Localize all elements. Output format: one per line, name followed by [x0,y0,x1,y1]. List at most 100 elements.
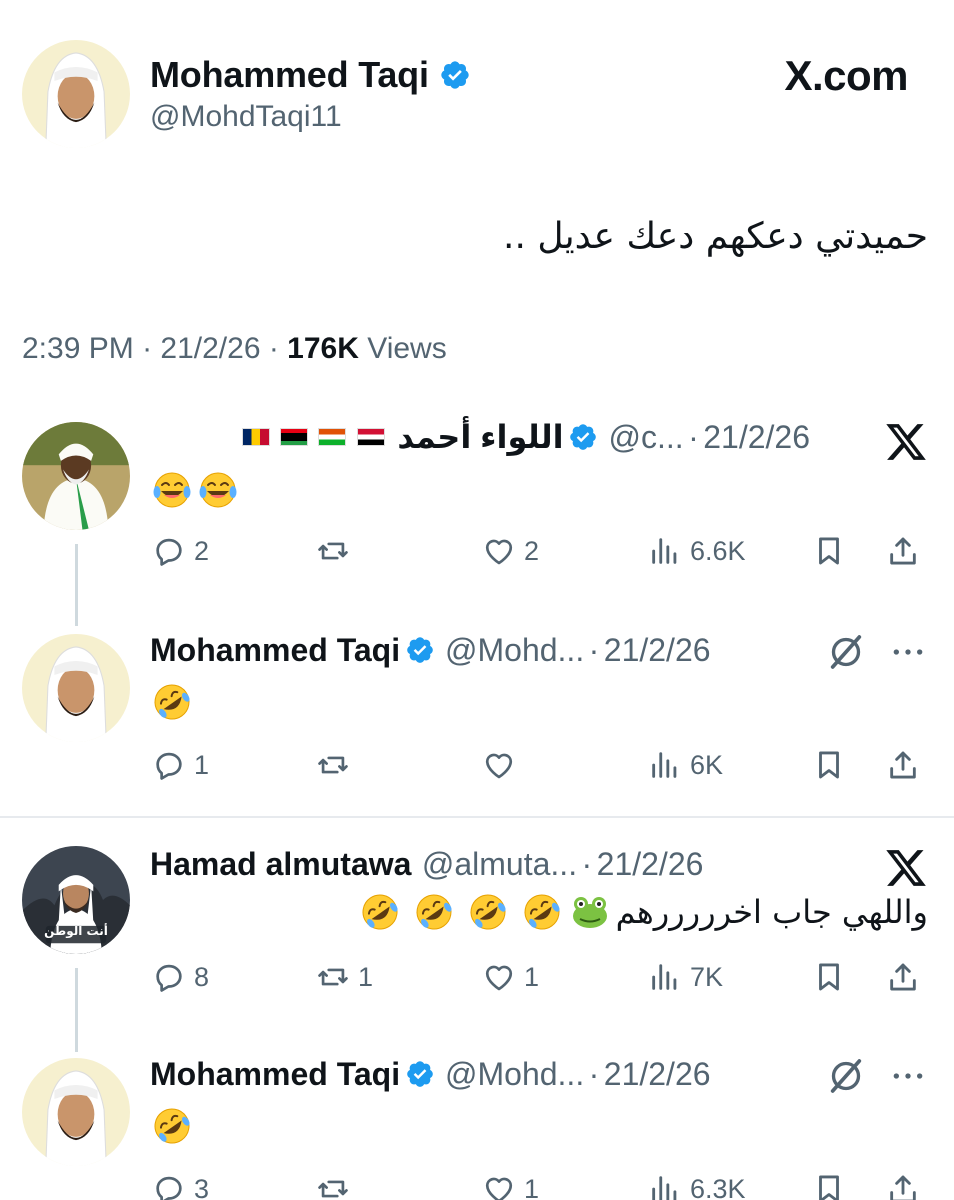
views-count: 6.3K [690,1173,746,1200]
reply-author-handle[interactable]: @c... [609,419,684,455]
views-label: Views [367,332,447,365]
verified-badge-icon [439,59,471,91]
x-logo-icon [884,420,928,464]
tweet-time[interactable]: 2:39 PM [22,332,134,365]
repost-action[interactable] [316,748,358,782]
flag-chad-icon [241,428,270,446]
reply-header: Mohammed Taqi @Mohd... · 21/2/26 [150,1056,711,1093]
views-action[interactable]: 6.3K [648,1172,746,1200]
rofl-emoji-icon [360,892,400,932]
reply-author-name[interactable]: Mohammed Taqi [150,632,400,668]
verified-badge-icon [405,635,435,665]
verified-badge-icon [568,422,598,452]
reply-date[interactable]: 21/2/26 [604,1056,711,1092]
views-action[interactable]: 7K [648,960,723,994]
rofl-emoji-icon [414,892,454,932]
reply-author-handle[interactable]: @Mohd... [445,632,584,668]
meta-separator: · [581,846,593,882]
reply-count: 2 [194,535,210,566]
like-count: 2 [524,535,540,566]
grok-icon[interactable] [826,1056,866,1096]
like-action[interactable]: 1 [482,960,539,994]
reply-header: اللواء أحمد @c... · 21/2/26 [150,418,810,462]
meta-separator: · [688,419,699,455]
reply-author-name[interactable]: Mohammed Taqi [150,1056,400,1092]
flag-sudan-icon [356,428,385,446]
tweet-text: حميدتي دعكهم دعك عديل .. [503,216,928,257]
like-action[interactable]: 2 [482,534,539,568]
flag-niger-icon [318,428,347,446]
reply-date[interactable]: 21/2/26 [604,632,711,668]
share-action[interactable] [886,960,920,994]
reply-action[interactable]: 1 [152,748,209,782]
reply-header: Hamad almutawa @almuta... · 21/2/26 [150,846,703,883]
views-action[interactable]: 6K [648,748,723,782]
reply-author-handle[interactable]: @Mohd... [445,1056,584,1092]
reply-action[interactable]: 3 [152,1172,209,1200]
repost-action[interactable] [316,1172,358,1200]
reply-text: واللهي جاب اخرررررهم [615,893,928,931]
author-name-text: Mohammed Taqi [150,54,429,95]
reply-avatar[interactable] [22,634,130,742]
reply-action[interactable]: 8 [152,960,209,994]
like-action[interactable]: 1 [482,1172,539,1200]
reply-header-row: اللواء أحمد @c... · 21/2/26 [236,418,810,456]
avatar-caption: أنت الوطن [44,924,108,938]
grok-icon[interactable] [826,632,866,672]
share-action[interactable] [886,1172,920,1200]
repost-count: 1 [358,961,374,992]
reply-avatar[interactable] [22,1058,130,1166]
thread-line [75,544,78,626]
reply-action[interactable]: 2 [152,534,209,568]
views-count: 6K [690,749,724,780]
repost-action[interactable] [316,534,358,568]
meta-separator: · [588,632,600,668]
bookmark-action[interactable] [812,960,846,994]
repost-action[interactable]: 1 [316,960,373,994]
tweet-meta: 2:39 PM · 21/2/26 · 176K Views [22,332,447,366]
bookmark-action[interactable] [812,1172,846,1200]
author-handle[interactable]: @MohdTaqi11 [150,100,342,134]
reply-date[interactable]: 21/2/26 [703,419,810,455]
reply-count: 8 [194,961,210,992]
thread-divider [0,816,954,818]
frog-emoji-icon [570,892,610,932]
share-action[interactable] [886,748,920,782]
rofl-emoji-icon [522,892,562,932]
reply-text [152,470,238,510]
reply-text [152,682,192,722]
tweet-date[interactable]: 21/2/26 [160,332,260,365]
more-options-icon[interactable] [888,1056,928,1096]
reply-date[interactable]: 21/2/26 [597,846,704,882]
joy-emoji-icon [198,470,238,510]
bookmark-action[interactable] [812,534,846,568]
rofl-emoji-icon [152,682,192,722]
reply-text [152,1106,192,1146]
reply-author-handle[interactable]: @almuta... [422,846,577,882]
share-action[interactable] [886,534,920,568]
thread-line [75,968,78,1052]
reply-avatar[interactable]: أنت الوطن [22,846,130,954]
reply-author-name[interactable]: Hamad almutawa [150,846,411,882]
bookmark-action[interactable] [812,748,846,782]
like-action[interactable] [482,748,524,782]
views-action[interactable]: 6.6K [648,534,746,568]
site-label: X.com [784,52,908,99]
author-name[interactable]: Mohammed Taqi [150,54,471,96]
author-avatar[interactable] [22,40,130,148]
views-count: 6.6K [690,535,746,566]
views-count: 176K [287,332,359,365]
more-options-icon[interactable] [888,632,928,672]
reply-avatar[interactable] [22,422,130,530]
reply-text-row: واللهي جاب اخرررررهم [360,892,928,932]
reply-count: 3 [194,1173,210,1200]
reply-author-name[interactable]: اللواء أحمد [397,419,563,455]
like-count: 1 [524,961,540,992]
like-count: 1 [524,1173,540,1200]
x-logo-icon [884,846,928,890]
meta-separator: · [588,1056,600,1092]
reply-count: 1 [194,749,210,780]
rofl-emoji-icon [152,1106,192,1146]
reply-header: Mohammed Taqi @Mohd... · 21/2/26 [150,632,711,669]
flag-libya-icon [279,428,308,446]
